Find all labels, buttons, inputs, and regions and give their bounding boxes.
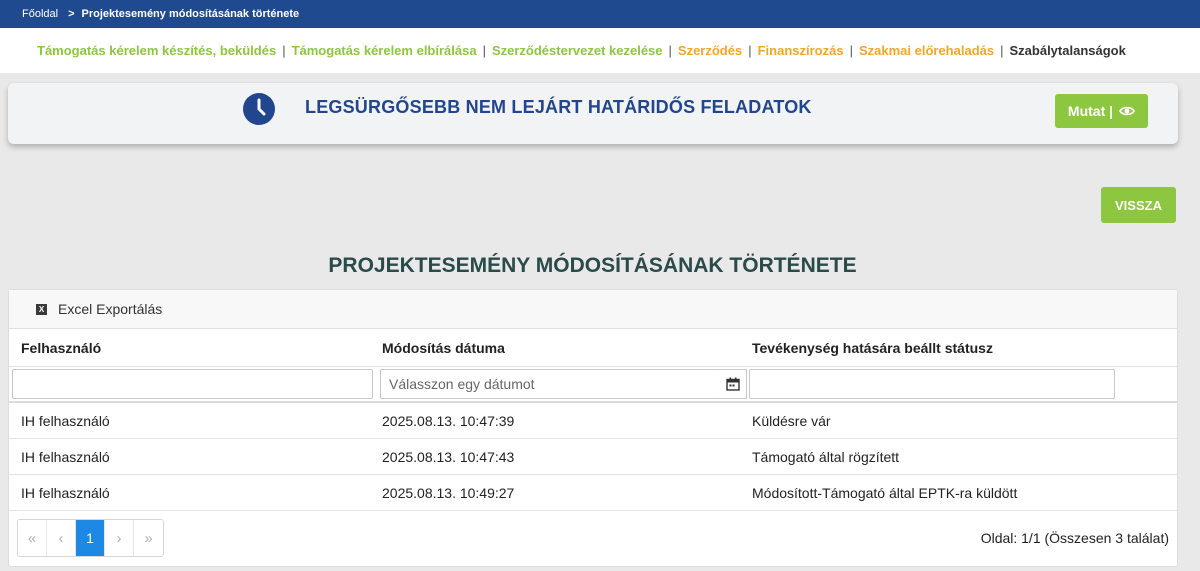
nav-item-evaluation[interactable]: Támogatás kérelem elbírálása	[292, 43, 477, 58]
user-filter-input[interactable]	[12, 369, 373, 399]
date-picker-button[interactable]	[719, 369, 747, 399]
nav-item-contract-draft[interactable]: Szerződéstervezet kezelése	[492, 43, 663, 58]
nav-item-irregularities[interactable]: Szabálytalanságok	[1010, 43, 1126, 58]
next-page-button[interactable]: ›	[105, 520, 134, 556]
cell-date: 2025.08.13. 10:49:27	[382, 485, 515, 501]
back-button[interactable]: VISSZA	[1101, 187, 1176, 223]
previous-page-button[interactable]: ‹	[47, 520, 76, 556]
grid-header-row: Felhasználó Módosítás dátuma Tevékenység…	[9, 329, 1177, 367]
cell-status: Támogató által rögzített	[752, 449, 900, 465]
deadline-panel: LEGSÜRGŐSEBB NEM LEJÁRT HATÁRIDŐS FELADA…	[8, 83, 1178, 144]
breadcrumb-home-link[interactable]: Főoldal	[22, 8, 58, 20]
excel-export-label: Excel Exportálás	[58, 301, 163, 317]
cell-status: Küldésre vár	[752, 413, 831, 429]
cell-user: IH felhasználó	[21, 413, 110, 429]
table-row: IH felhasználó 2025.08.13. 10:47:39 Küld…	[9, 403, 1177, 439]
table-row: IH felhasználó 2025.08.13. 10:47:43 Támo…	[9, 439, 1177, 475]
table-row: IH felhasználó 2025.08.13. 10:49:27 Módo…	[9, 475, 1177, 511]
page-title: PROJEKTESEMÉNY MÓDOSÍTÁSÁNAK TÖRTÉNETE	[328, 254, 857, 277]
history-grid: X Excel Exportálás Felhasználó Módosítás…	[8, 289, 1178, 567]
cell-user: IH felhasználó	[21, 449, 110, 465]
show-deadlines-label: Mutat |	[1067, 103, 1114, 119]
nav-item-financing[interactable]: Finanszírozás	[758, 43, 844, 58]
status-filter-input[interactable]	[749, 369, 1115, 399]
nav-divider: |	[482, 43, 486, 58]
last-page-button[interactable]: »	[134, 520, 163, 556]
cell-status: Módosított-Támogató által EPTK-ra küldöt…	[752, 485, 1018, 501]
page-info: Oldal: 1/1 (Összesen 3 találat)	[980, 530, 1169, 546]
cell-date: 2025.08.13. 10:47:39	[382, 413, 515, 429]
top-breadcrumb-bar: Főoldal > Projektesemény módosításának t…	[0, 0, 1200, 28]
column-header-modified-date[interactable]: Módosítás dátuma	[382, 340, 505, 356]
nav-divider: |	[849, 43, 853, 58]
nav-item-application[interactable]: Támogatás kérelem készítés, beküldés	[37, 43, 276, 58]
date-filter-input[interactable]	[380, 369, 720, 399]
eye-icon	[1119, 106, 1136, 116]
cell-user: IH felhasználó	[21, 485, 110, 501]
nav-divider: |	[668, 43, 672, 58]
grid-filter-row	[9, 367, 1177, 403]
cell-date: 2025.08.13. 10:47:43	[382, 449, 515, 465]
pagination: « ‹ 1 › »	[17, 519, 164, 557]
breadcrumb-current: Projektesemény módosításának története	[81, 8, 300, 20]
clock-icon	[243, 93, 275, 125]
nav-divider: |	[748, 43, 752, 58]
column-header-status[interactable]: Tevékenység hatására beállt státusz	[752, 340, 993, 356]
show-deadlines-button[interactable]: Mutat |	[1055, 94, 1148, 128]
breadcrumb-separator: >	[68, 8, 75, 20]
excel-icon: X	[36, 303, 47, 315]
calendar-icon	[725, 377, 740, 391]
first-page-button[interactable]: «	[18, 520, 47, 556]
nav-divider: |	[282, 43, 286, 58]
page-button-current[interactable]: 1	[76, 520, 105, 556]
nav-divider: |	[1000, 43, 1004, 58]
column-header-user[interactable]: Felhasználó	[21, 340, 101, 356]
deadline-title: LEGSÜRGŐSEBB NEM LEJÁRT HATÁRIDŐS FELADA…	[305, 97, 812, 117]
nav-item-progress[interactable]: Szakmai előrehaladás	[859, 43, 994, 58]
process-navigation: Támogatás kérelem készítés, beküldés | T…	[0, 28, 1200, 73]
nav-item-contract[interactable]: Szerződés	[678, 43, 742, 58]
excel-export-button[interactable]: X Excel Exportálás	[9, 290, 1177, 329]
